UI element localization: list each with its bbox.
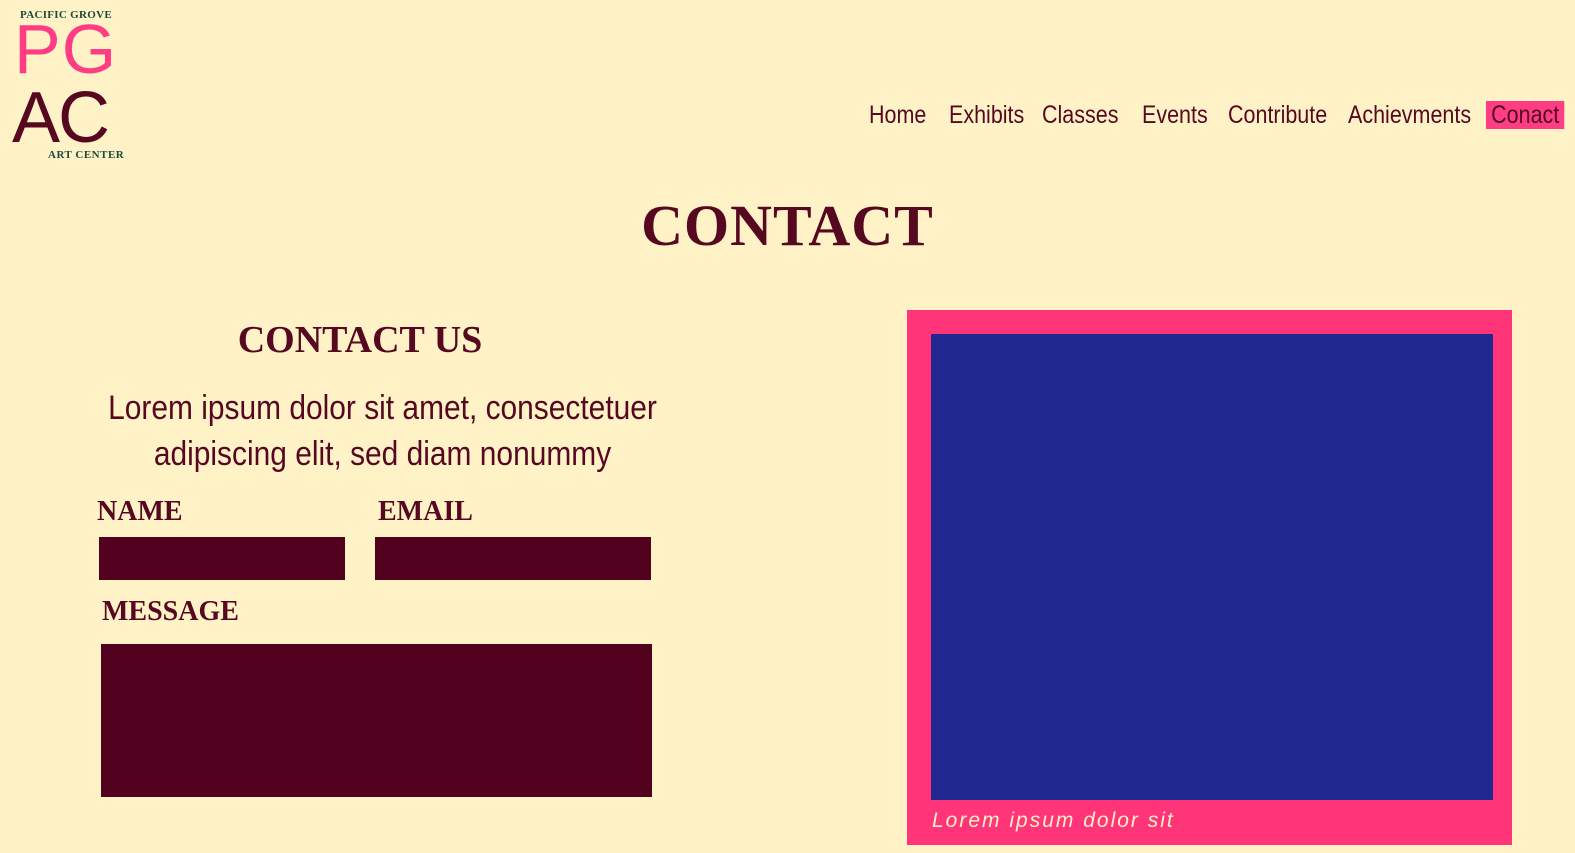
message-textarea[interactable] [101,644,652,797]
image-caption: Lorem ipsum dolor sit [932,809,1175,832]
nav-item-events[interactable]: Events [1142,101,1208,129]
name-input[interactable] [99,537,345,580]
image-card: Lorem ipsum dolor sit [907,310,1512,845]
name-label: NAME [97,496,183,527]
logo-initials-ac: AC [12,78,110,158]
nav-item-home[interactable]: Home [869,101,926,129]
nav-item-achievments[interactable]: Achievments [1348,101,1471,129]
contact-heading: CONTACT US [237,319,483,361]
message-label: MESSAGE [102,596,239,627]
nav-item-contact[interactable]: Conact [1486,101,1565,129]
nav-item-classes[interactable]: Classes [1042,101,1118,129]
nav-item-exhibits[interactable]: Exhibits [949,101,1024,129]
nav-item-contribute[interactable]: Contribute [1228,101,1327,129]
email-label: EMAIL [378,496,473,527]
logo-initials-pg: PG [14,10,118,88]
contact-description: Lorem ipsum dolor sit amet, consectetuer… [108,389,657,473]
email-input[interactable] [375,537,651,580]
logo-bottom-text: ART CENTER [48,149,125,161]
main-nav: Home Exhibits Classes Events Contribute … [860,101,1570,129]
image-placeholder [931,334,1493,800]
logo[interactable]: PACIFIC GROVE PG AC ART CENTER [12,8,142,168]
page-title: CONTACT [641,193,934,258]
